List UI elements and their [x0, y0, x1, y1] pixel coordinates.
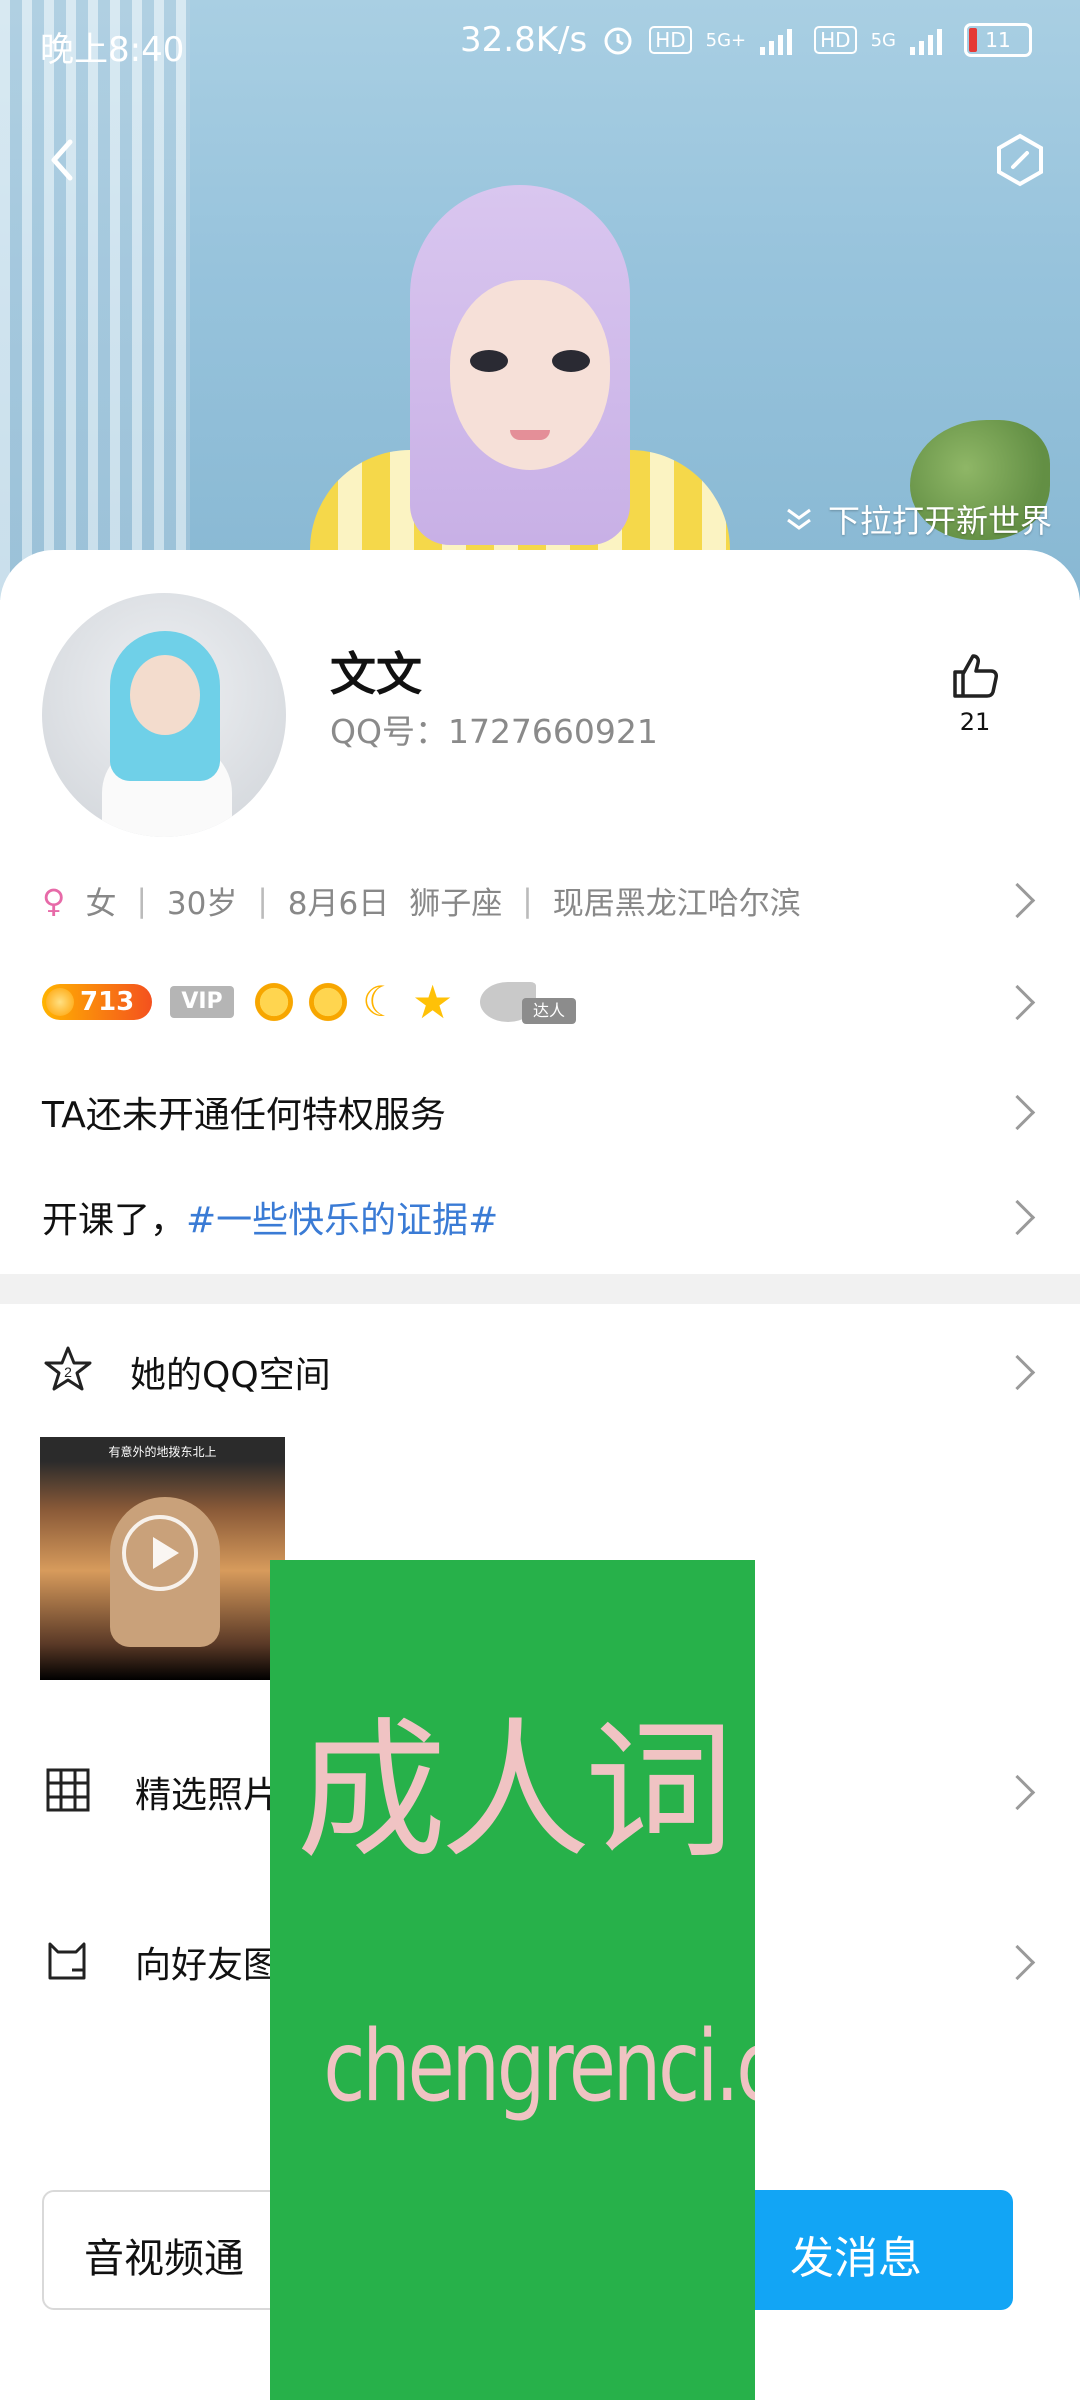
svg-text:2: 2	[64, 1364, 72, 1380]
network-speed: 32.8K/s	[460, 20, 588, 60]
star-outline-icon: 2	[44, 1346, 92, 1391]
chevron-right-icon	[999, 984, 1036, 1021]
signature-prefix: 开课了，	[42, 1200, 187, 1241]
hd-badge: HD	[649, 26, 692, 54]
cover-avatar-face	[450, 280, 610, 470]
chevron-right-icon	[999, 1354, 1036, 1391]
star-icon: ★	[412, 975, 454, 1029]
network-type: 5G+	[705, 29, 747, 51]
cover-avatar-mouth	[510, 430, 550, 440]
back-button[interactable]	[34, 130, 94, 190]
coin-icon	[46, 988, 74, 1016]
signal-icon-2	[910, 29, 942, 55]
watermark-overlay: 成人词 chengrenci.com	[270, 1560, 755, 2400]
expert-badge: 达人	[480, 980, 576, 1024]
watermark-url: chengrenci.com	[323, 2010, 755, 2124]
location: 现居黑龙江哈尔滨	[552, 886, 801, 922]
back-arrow-icon	[51, 139, 73, 181]
battery-level: 11	[985, 28, 1011, 52]
basic-info-row[interactable]: ♀ 女 | 30岁 | 8月6日 狮子座 | 现居黑龙江哈尔滨	[0, 868, 1080, 928]
pull-hint-text: 下拉打开新世界	[827, 502, 1052, 540]
expert-label: 达人	[522, 998, 576, 1024]
more-button[interactable]	[990, 130, 1050, 190]
sun-icon	[306, 980, 350, 1024]
badges-row[interactable]: 713 VIP ☾ ★ 达人	[0, 970, 1080, 1030]
qzone-label: 她的QQ空间	[130, 1355, 331, 1396]
cat-icon	[48, 1942, 86, 1980]
send-message-label: 发消息	[790, 2233, 922, 2284]
privilege-row[interactable]: TA还未开通任何特权服务	[0, 1080, 1080, 1140]
age: 30岁	[166, 886, 238, 922]
watermark-text: 成人词	[296, 1705, 734, 1879]
cover-avatar-eye-left	[470, 350, 508, 372]
privilege-text: TA还未开通任何特权服务	[42, 1095, 446, 1136]
level-value: 713	[80, 987, 135, 1017]
divider: |	[522, 882, 533, 919]
moon-icon: ☾	[362, 977, 400, 1026]
pull-down-hint[interactable]: 下拉打开新世界	[782, 496, 1052, 542]
play-icon	[122, 1515, 198, 1591]
double-chevron-down-icon	[787, 508, 811, 530]
vip-badge: VIP	[170, 986, 234, 1018]
gender: 女	[85, 886, 117, 922]
signal-icon	[760, 29, 793, 55]
battery-icon: 11	[964, 23, 1032, 57]
cover-avatar-eye-right	[552, 350, 590, 372]
zodiac: 狮子座	[409, 886, 503, 922]
video-caption: 有意外的地拨东北上	[108, 1445, 217, 1459]
nickname: 文文	[330, 647, 422, 701]
female-icon: ♀	[42, 881, 66, 920]
qq-number: QQ号：1727660921	[330, 712, 658, 751]
like-count: 21	[959, 708, 991, 736]
qzone-video-thumbnail[interactable]: 有意外的地拨东北上	[40, 1437, 285, 1680]
status-bar: 晚上8:40 32.8K/s HD 5G+ HD 5G 11	[0, 0, 1080, 90]
avatar[interactable]	[42, 593, 286, 837]
alarm-icon	[604, 27, 632, 55]
sun-icon	[252, 980, 296, 1024]
chevron-right-icon	[999, 1774, 1036, 1811]
status-indicators: 32.8K/s HD 5G+ HD 5G 11	[460, 20, 1032, 60]
network-type-2: 5G	[870, 29, 896, 51]
section-divider	[0, 1274, 1080, 1304]
chevron-right-icon	[999, 1944, 1036, 1981]
hd-badge-2: HD	[814, 26, 857, 54]
cover-curtain	[0, 0, 190, 600]
qzone-row[interactable]: 2 她的QQ空间	[0, 1340, 1080, 1400]
divider: |	[136, 882, 147, 919]
chevron-right-icon	[999, 882, 1036, 919]
birthday: 8月6日	[287, 886, 390, 922]
divider: |	[257, 882, 268, 919]
thumbs-up-icon	[953, 654, 998, 698]
grid-icon	[46, 1768, 90, 1812]
chevron-right-icon	[999, 1199, 1036, 1236]
photos-label: 精选照片	[135, 1775, 280, 1816]
hexagon-settings-icon	[997, 133, 1043, 187]
call-button-label: 音视频通	[84, 2236, 244, 2282]
signature-text: 开课了，#一些快乐的证据#	[42, 1191, 498, 1243]
hashtag-link[interactable]: #一些快乐的证据#	[186, 1200, 498, 1241]
share-label: 向好友图	[135, 1945, 280, 1986]
like-button[interactable]: 21	[940, 650, 1010, 736]
signature-row[interactable]: 开课了，#一些快乐的证据#	[0, 1185, 1080, 1245]
chevron-right-icon	[999, 1094, 1036, 1131]
level-badge: 713	[42, 984, 152, 1020]
status-time: 晚上8:40	[40, 30, 185, 70]
